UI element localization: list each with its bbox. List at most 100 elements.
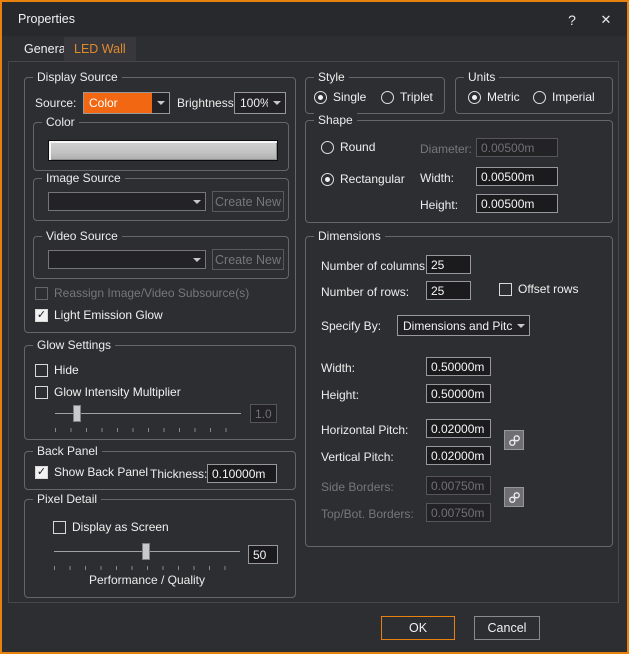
link-borders-button[interactable] bbox=[504, 487, 524, 507]
style-legend: Style bbox=[314, 70, 349, 84]
units-group: Units Metric Imperial bbox=[455, 77, 613, 114]
slider-handle[interactable] bbox=[142, 543, 150, 560]
specify-by-dropdown-value: Dimensions and Pitch bbox=[398, 319, 512, 333]
image-create-new-button[interactable]: Create New bbox=[212, 191, 284, 212]
hide-label: Hide bbox=[54, 363, 79, 377]
light-emission-glow-checkbox[interactable]: ✓ Light Emission Glow bbox=[35, 308, 163, 322]
hide-checkbox[interactable]: Hide bbox=[35, 363, 79, 377]
video-source-dropdown[interactable] bbox=[48, 250, 206, 269]
pixel-detail-slider[interactable] bbox=[54, 543, 240, 571]
offset-rows-checkbox[interactable]: Offset rows bbox=[499, 282, 578, 296]
color-group: Color bbox=[33, 122, 289, 171]
chevron-down-icon bbox=[188, 251, 205, 268]
rows-input[interactable] bbox=[426, 281, 471, 300]
side-borders-input[interactable] bbox=[426, 476, 491, 495]
slider-track bbox=[55, 413, 241, 414]
help-icon[interactable]: ? bbox=[561, 10, 583, 30]
image-source-dropdown[interactable] bbox=[48, 192, 206, 211]
dialog-title: Properties bbox=[18, 12, 75, 26]
color-legend: Color bbox=[42, 115, 79, 129]
shape-rectangular-radio[interactable]: Rectangular bbox=[321, 172, 405, 186]
shape-rectangular-label: Rectangular bbox=[340, 172, 405, 186]
shape-width-label: Width: bbox=[420, 171, 454, 185]
offset-rows-label: Offset rows bbox=[518, 282, 578, 296]
slider-handle[interactable] bbox=[73, 405, 81, 422]
style-triplet-radio[interactable]: Triplet bbox=[381, 90, 433, 104]
glow-intensity-checkbox[interactable]: Glow Intensity Multiplier bbox=[35, 385, 181, 399]
display-as-screen-checkbox[interactable]: Display as Screen bbox=[53, 520, 169, 534]
dim-width-label: Width: bbox=[321, 361, 355, 375]
radio-checked-icon bbox=[321, 173, 334, 186]
pixel-detail-group: Pixel Detail Display as Screen Performan… bbox=[24, 499, 296, 598]
glow-intensity-slider[interactable] bbox=[55, 405, 241, 433]
units-legend: Units bbox=[464, 70, 499, 84]
shape-round-label: Round bbox=[340, 140, 375, 154]
light-emission-glow-label: Light Emission Glow bbox=[54, 308, 163, 322]
ok-button[interactable]: OK bbox=[381, 616, 455, 640]
dim-width-input[interactable] bbox=[426, 357, 491, 376]
topbot-borders-label: Top/Bot. Borders: bbox=[321, 507, 414, 521]
dim-height-input[interactable] bbox=[426, 384, 491, 403]
style-single-radio[interactable]: Single bbox=[314, 90, 366, 104]
diameter-label: Diameter: bbox=[420, 142, 472, 156]
title-bar[interactable]: Properties ? ✕ bbox=[2, 2, 627, 36]
glow-intensity-value[interactable] bbox=[250, 404, 277, 423]
checkbox-icon bbox=[35, 287, 48, 300]
columns-input[interactable] bbox=[426, 255, 471, 274]
image-source-group: Image Source Create New bbox=[33, 178, 289, 221]
checkbox-checked-icon: ✓ bbox=[35, 309, 48, 322]
diameter-input[interactable] bbox=[476, 138, 558, 157]
tab-bar: General LED Wall bbox=[2, 36, 627, 61]
style-group: Style Single Triplet bbox=[305, 77, 445, 114]
shape-group: Shape Round Diameter: Rectangular Width:… bbox=[305, 120, 613, 223]
pixel-detail-legend: Pixel Detail bbox=[33, 492, 101, 506]
checkbox-icon bbox=[499, 283, 512, 296]
back-panel-legend: Back Panel bbox=[33, 444, 102, 458]
checkbox-checked-icon: ✓ bbox=[35, 466, 48, 479]
shape-width-input[interactable] bbox=[476, 167, 558, 186]
glow-intensity-label: Glow Intensity Multiplier bbox=[54, 385, 181, 399]
source-dropdown-value: Color bbox=[84, 93, 152, 113]
source-dropdown[interactable]: Color bbox=[83, 92, 170, 114]
video-create-new-button[interactable]: Create New bbox=[212, 249, 284, 270]
checkbox-icon bbox=[53, 521, 66, 534]
horizontal-pitch-input[interactable] bbox=[426, 419, 491, 438]
thickness-input[interactable] bbox=[207, 464, 277, 483]
topbot-borders-input[interactable] bbox=[426, 503, 491, 522]
horizontal-pitch-label: Horizontal Pitch: bbox=[321, 423, 408, 437]
tab-led-wall[interactable]: LED Wall bbox=[64, 37, 136, 61]
brightness-dropdown[interactable]: 100% bbox=[234, 92, 286, 114]
checkbox-icon bbox=[35, 386, 48, 399]
display-source-legend: Display Source bbox=[33, 70, 122, 84]
radio-icon bbox=[381, 91, 394, 104]
close-icon[interactable]: ✕ bbox=[595, 10, 617, 30]
cancel-button[interactable]: Cancel bbox=[474, 616, 540, 640]
chain-link-icon bbox=[508, 491, 521, 504]
glow-settings-group: Glow Settings Hide Glow Intensity Multip… bbox=[24, 345, 296, 440]
radio-icon bbox=[533, 91, 546, 104]
show-back-panel-checkbox[interactable]: ✓ Show Back Panel bbox=[35, 465, 148, 479]
radio-checked-icon bbox=[468, 91, 481, 104]
units-metric-radio[interactable]: Metric bbox=[468, 90, 520, 104]
dim-height-label: Height: bbox=[321, 388, 359, 402]
vertical-pitch-input[interactable] bbox=[426, 446, 491, 465]
shape-height-input[interactable] bbox=[476, 194, 558, 213]
columns-label: Number of columns: bbox=[321, 259, 428, 273]
video-source-group: Video Source Create New bbox=[33, 236, 289, 279]
reassign-subsource-checkbox[interactable]: Reassign Image/Video Subsource(s) bbox=[35, 286, 249, 300]
brightness-dropdown-value: 100% bbox=[235, 96, 268, 110]
specify-by-label: Specify By: bbox=[321, 319, 381, 333]
link-pitch-button[interactable] bbox=[504, 430, 524, 450]
style-triplet-label: Triplet bbox=[400, 90, 433, 104]
shape-round-radio[interactable]: Round bbox=[321, 140, 375, 154]
display-source-group: Display Source Source: Color Brightness:… bbox=[24, 77, 296, 333]
radio-checked-icon bbox=[314, 91, 327, 104]
dimensions-legend: Dimensions bbox=[314, 229, 385, 243]
specify-by-dropdown[interactable]: Dimensions and Pitch bbox=[397, 315, 530, 336]
performance-quality-label: Performance / Quality bbox=[54, 573, 240, 587]
source-label: Source: bbox=[35, 96, 76, 110]
color-swatch[interactable] bbox=[48, 140, 278, 161]
units-imperial-radio[interactable]: Imperial bbox=[533, 90, 595, 104]
pixel-detail-value[interactable] bbox=[248, 545, 278, 564]
show-back-panel-label: Show Back Panel bbox=[54, 465, 148, 479]
